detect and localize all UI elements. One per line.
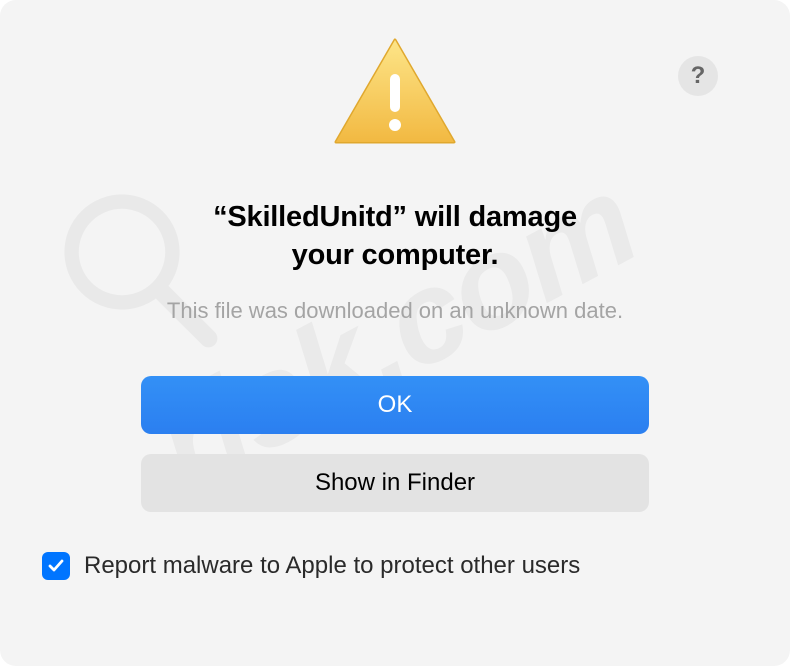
ok-button[interactable]: OK	[141, 376, 649, 434]
checkmark-icon	[46, 556, 66, 576]
warning-icon	[330, 34, 460, 157]
help-icon: ?	[691, 62, 706, 90]
report-malware-label: Report malware to Apple to protect other…	[84, 552, 580, 580]
alert-subtitle: This file was downloaded on an unknown d…	[167, 298, 623, 324]
help-button[interactable]: ?	[678, 56, 718, 96]
report-malware-checkbox[interactable]	[42, 552, 70, 580]
title-line-2: your computer.	[292, 239, 499, 271]
show-in-finder-button[interactable]: Show in Finder	[141, 454, 649, 512]
report-malware-row: Report malware to Apple to protect other…	[42, 552, 580, 580]
alert-title: “SkilledUnitd” will damage your computer…	[213, 199, 577, 274]
security-alert-dialog: risk.com ? “SkilledUnitd” will	[0, 0, 790, 666]
title-line-1: “SkilledUnitd” will damage	[213, 201, 577, 233]
